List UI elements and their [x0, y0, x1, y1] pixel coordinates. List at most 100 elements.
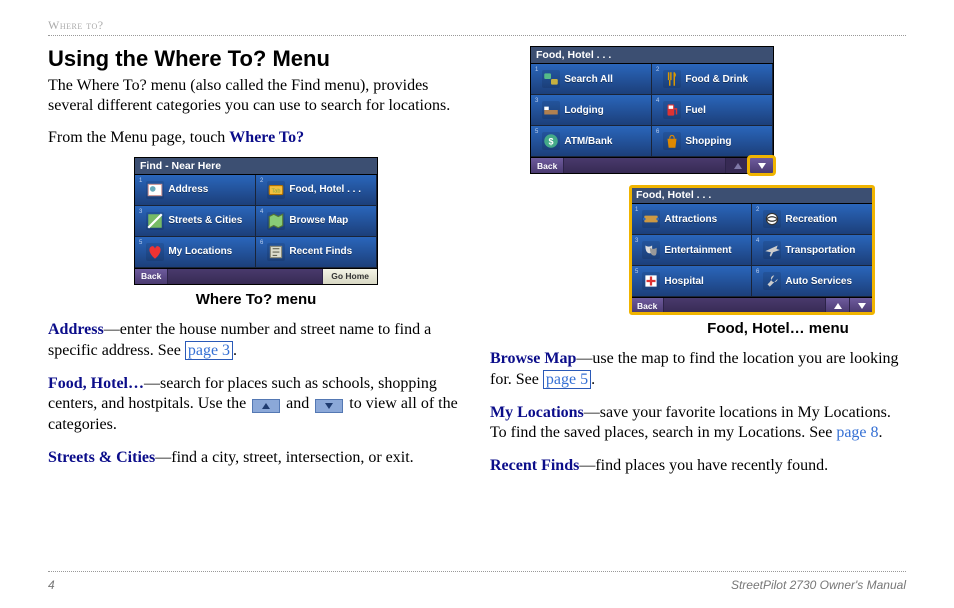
cell-number: 2 [656, 67, 659, 73]
fuel-icon [663, 101, 681, 119]
arrow-down-icon [315, 399, 343, 413]
menu-cell-fuel[interactable]: 4 Fuel [652, 95, 773, 126]
map-icon [267, 212, 285, 230]
menu-cell-lodging[interactable]: 3 Lodging [531, 95, 652, 126]
menu-cell-food-hotel[interactable]: 2TabFood, Hotel . . . [256, 175, 377, 206]
cell-label: Lodging [564, 105, 603, 116]
menu-cell-attractions[interactable]: 1 Attractions [631, 204, 752, 235]
screenshot-where-to: Find - Near Here 1Address2TabFood, Hotel… [134, 157, 378, 285]
menu-cell-food-drink[interactable]: 2 Food & Drink [652, 64, 773, 95]
masks-icon [642, 241, 660, 259]
cell-label: Food & Drink [685, 74, 748, 85]
menu-cell-entertainment[interactable]: 3Entertainment [631, 235, 752, 266]
menu-cell-browse-map[interactable]: 4 Browse Map [256, 206, 377, 237]
bag-icon [663, 132, 681, 150]
cell-number: 6 [656, 129, 659, 135]
wrench-icon [763, 272, 781, 290]
cell-number: 4 [260, 209, 263, 215]
link-page-5[interactable]: page 5 [543, 370, 591, 389]
ticket-icon [642, 210, 660, 228]
cell-label: Food, Hotel . . . [289, 184, 361, 195]
scroll-down-button[interactable] [749, 158, 773, 173]
caption-where-to: Where To? menu [48, 291, 464, 308]
svg-text:Tab: Tab [272, 188, 281, 194]
cell-number: 3 [139, 209, 142, 215]
scroll-up-button[interactable] [825, 298, 849, 313]
divider [48, 35, 906, 36]
cell-number: 6 [756, 269, 759, 275]
cell-number: 4 [656, 98, 659, 104]
page-title: Using the Where To? Menu [48, 46, 464, 72]
ball-icon [763, 210, 781, 228]
scroll-down-button[interactable] [849, 298, 873, 313]
link-page-8[interactable]: page 8 [836, 424, 878, 441]
cell-number: 4 [756, 238, 759, 244]
page-number: 4 [48, 578, 55, 592]
cell-label: Browse Map [289, 215, 348, 226]
footer-spacer [664, 298, 825, 313]
link-page-3[interactable]: page 3 [185, 341, 233, 360]
section-header: Where to? [48, 18, 906, 33]
abc-icon [542, 70, 560, 88]
cell-label: Streets & Cities [168, 215, 242, 226]
address-icon [146, 181, 164, 199]
back-button[interactable]: Back [135, 269, 168, 284]
back-button[interactable]: Back [531, 158, 564, 173]
desc-recent-finds: Recent Finds—find places you have recent… [490, 456, 906, 477]
menu-cell-streets-cities[interactable]: 3 Streets & Cities [135, 206, 256, 237]
cell-label: Entertainment [664, 245, 731, 256]
cell-number: 5 [535, 129, 538, 135]
cell-label: Search All [564, 74, 613, 85]
hospital-icon [642, 272, 660, 290]
scroll-up-button[interactable] [725, 158, 749, 173]
desc-address: Address—enter the house number and stree… [48, 320, 464, 362]
cell-label: Address [168, 184, 208, 195]
menu-cell-recreation[interactable]: 2Recreation [752, 204, 873, 235]
fork-icon [663, 70, 681, 88]
cell-label: My Locations [168, 246, 232, 257]
menu-cell-my-locations[interactable]: 5My Locations [135, 237, 256, 268]
cell-label: Shopping [685, 136, 731, 147]
dollar-icon: $ [542, 132, 560, 150]
menu-cell-shopping[interactable]: 6 Shopping [652, 126, 773, 157]
cell-number: 1 [535, 67, 538, 73]
screenshot-food-page2: Food, Hotel . . . 1 Attractions 2Recreatio… [630, 186, 874, 314]
menu-cell-atm-bank[interactable]: 5 $ ATM/Bank [531, 126, 652, 157]
cell-number: 1 [635, 207, 638, 213]
menu-cell-recent-finds[interactable]: 6 Recent Finds [256, 237, 377, 268]
cell-label: Attractions [664, 214, 717, 225]
device-titlebar: Find - Near Here [135, 158, 377, 175]
go-home-button[interactable]: Go Home [322, 269, 377, 284]
cell-number: 5 [635, 269, 638, 275]
cell-number: 1 [139, 178, 142, 184]
desc-my-locations: My Locations—save your favorite location… [490, 403, 906, 445]
cell-label: Recent Finds [289, 246, 352, 257]
cell-label: Fuel [685, 105, 706, 116]
menu-cell-hospital[interactable]: 5 Hospital [631, 266, 752, 297]
menu-cell-transportation[interactable]: 4 Transportation [752, 235, 873, 266]
cell-label: Transportation [785, 245, 855, 256]
doc-title: StreetPilot 2730 Owner's Manual [731, 578, 906, 592]
device-titlebar: Food, Hotel . . . [631, 187, 873, 204]
intro-text: The Where To? menu (also called the Find… [48, 76, 464, 117]
cell-number: 6 [260, 240, 263, 246]
recent-icon [267, 243, 285, 261]
desc-food: Food, Hotel…—search for places such as s… [48, 374, 464, 436]
menu-cell-auto-services[interactable]: 6 Auto Services [752, 266, 873, 297]
lead-text: From the Menu page, touch Where To? [48, 129, 464, 147]
cell-number: 2 [756, 207, 759, 213]
footer-spacer [564, 158, 725, 173]
menu-cell-search-all[interactable]: 1 Search All [531, 64, 652, 95]
footer-spacer [168, 269, 322, 284]
arrow-up-icon [252, 399, 280, 413]
cell-label: Auto Services [785, 276, 852, 287]
plane-icon [763, 241, 781, 259]
cell-number: 3 [535, 98, 538, 104]
back-button[interactable]: Back [631, 298, 664, 313]
cell-label: ATM/Bank [564, 136, 612, 147]
bed-icon [542, 101, 560, 119]
desc-browse-map: Browse Map—use the map to find the locat… [490, 349, 906, 391]
screenshot-food-page1: Food, Hotel . . . 1Search All2Food & Dri… [530, 46, 774, 174]
menu-cell-address[interactable]: 1 Address [135, 175, 256, 206]
cell-label: Hospital [664, 276, 703, 287]
